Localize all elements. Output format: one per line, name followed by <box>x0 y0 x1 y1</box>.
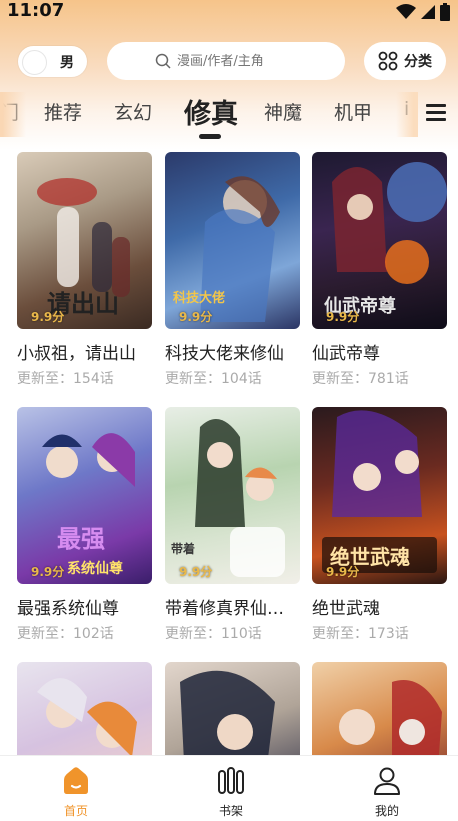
comic-title: 绝世武魂 <box>312 599 380 619</box>
comic-title: 科技大佬来修仙 <box>165 344 284 364</box>
tab-xiuzhen[interactable]: 修真 <box>184 92 238 131</box>
cover-art <box>165 662 300 755</box>
comic-cover[interactable]: 请出山 9.9分 <box>17 152 152 329</box>
comic-title: 仙武帝尊 <box>312 344 380 364</box>
battery-icon <box>440 3 450 21</box>
comic-cover[interactable]: 带着 9.9分 <box>165 407 300 584</box>
wifi-icon <box>396 4 416 19</box>
search-icon <box>155 53 171 69</box>
svg-text:科技大佬: 科技大佬 <box>173 290 225 306</box>
svg-text:带着: 带着 <box>171 541 195 556</box>
category-button[interactable]: 分类 <box>364 42 446 80</box>
status-bar: 11:07 <box>0 0 458 24</box>
comic-update: 更新至：781话 <box>312 371 409 387</box>
comic-cover[interactable]: 绝世武魂 9.9分 <box>312 407 447 584</box>
tab-xuanhuan[interactable]: 玄幻 <box>114 98 152 125</box>
comic-update: 更新至：102话 <box>17 626 114 642</box>
signal-icon <box>421 5 435 19</box>
category-grid-icon <box>378 51 398 71</box>
comic-update: 更新至：173话 <box>312 626 409 642</box>
comic-card[interactable]: 请出山 9.9分 小叔祖，请出山 更新至：154话 <box>17 152 152 388</box>
comic-update: 更新至：154话 <box>17 371 114 387</box>
tab-fade-left <box>0 92 26 137</box>
cover-art: 科技大佬 <box>165 152 300 329</box>
gender-toggle-label: 男 <box>60 55 74 71</box>
gender-toggle[interactable]: 男 <box>18 46 87 77</box>
category-tabs: 门 推荐 玄幻 修真 神魔 机甲 i <box>0 92 458 137</box>
comic-card[interactable] <box>165 662 300 755</box>
tab-shenmo[interactable]: 神魔 <box>264 98 302 125</box>
tab-fade-right <box>396 92 418 137</box>
tab-jijia[interactable]: 机甲 <box>334 98 372 125</box>
comic-cover[interactable]: 科技大佬 9.9分 <box>165 152 300 329</box>
comic-card[interactable]: 绝世武魂 9.9分 绝世武魂 更新至：173话 <box>312 407 447 643</box>
nav-profile-label: 我的 <box>374 804 399 818</box>
svg-text:系统仙尊: 系统仙尊 <box>67 560 123 577</box>
comic-rating: 9.9分 <box>31 310 65 324</box>
comic-title: 带着修真界仙… <box>165 599 284 619</box>
search-bar[interactable] <box>107 42 345 80</box>
cover-art <box>17 662 152 755</box>
bookshelf-icon <box>218 767 244 794</box>
nav-home-label: 首页 <box>63 804 88 818</box>
nav-home[interactable]: 首页 <box>46 766 106 819</box>
comic-rating: 9.9分 <box>326 310 360 324</box>
nav-bookshelf-label: 书架 <box>218 804 243 818</box>
comic-card[interactable]: 仙武帝尊 9.9分 仙武帝尊 更新至：781话 <box>312 152 447 388</box>
comic-grid: 请出山 9.9分 小叔祖，请出山 更新至：154话 科技大佬 9.9分 科技大佬… <box>0 152 458 755</box>
nav-profile[interactable]: 我的 <box>357 766 417 819</box>
cover-art: 最强 系统仙尊 <box>17 407 152 584</box>
user-icon <box>374 767 400 795</box>
comic-update: 更新至：104话 <box>165 371 262 387</box>
comic-rating: 9.9分 <box>31 565 65 579</box>
svg-text:最强: 最强 <box>57 525 105 553</box>
cover-art: 请出山 <box>17 152 152 329</box>
comic-card[interactable]: 最强 系统仙尊 9.9分 最强系统仙尊 更新至：102话 <box>17 407 152 643</box>
home-icon <box>64 767 88 794</box>
search-input[interactable] <box>175 52 297 70</box>
cover-art: 绝世武魂 <box>312 407 447 584</box>
comic-cover[interactable]: 仙武帝尊 9.9分 <box>312 152 447 329</box>
status-icons <box>396 3 450 21</box>
status-time: 11:07 <box>7 0 65 21</box>
comic-cover[interactable]: 最强 系统仙尊 9.9分 <box>17 407 152 584</box>
comic-card[interactable] <box>312 662 447 755</box>
comic-card[interactable]: 科技大佬 9.9分 科技大佬来修仙 更新至：104话 <box>165 152 300 388</box>
comic-cover[interactable] <box>165 662 300 755</box>
comic-rating: 9.9分 <box>326 565 360 579</box>
toggle-knob <box>22 50 47 75</box>
tab-menu-icon[interactable] <box>426 104 446 122</box>
comic-card[interactable]: 带着 9.9分 带着修真界仙… 更新至：110话 <box>165 407 300 643</box>
nav-bookshelf[interactable]: 书架 <box>201 766 261 819</box>
active-tab-indicator <box>199 134 221 139</box>
cover-art: 带着 <box>165 407 300 584</box>
bottom-navigation: 首页 书架 我的 <box>0 755 458 821</box>
cover-art: 仙武帝尊 <box>312 152 447 329</box>
comic-cover[interactable] <box>17 662 152 755</box>
tab-recommend[interactable]: 推荐 <box>44 98 82 125</box>
comic-rating: 9.9分 <box>179 565 213 579</box>
comic-card[interactable] <box>17 662 152 755</box>
comic-cover[interactable] <box>312 662 447 755</box>
category-button-label: 分类 <box>404 54 432 70</box>
comic-title: 最强系统仙尊 <box>17 599 119 619</box>
comic-title: 小叔祖，请出山 <box>17 344 136 364</box>
cover-art <box>312 662 447 755</box>
comic-rating: 9.9分 <box>179 310 213 324</box>
comic-update: 更新至：110话 <box>165 626 262 642</box>
